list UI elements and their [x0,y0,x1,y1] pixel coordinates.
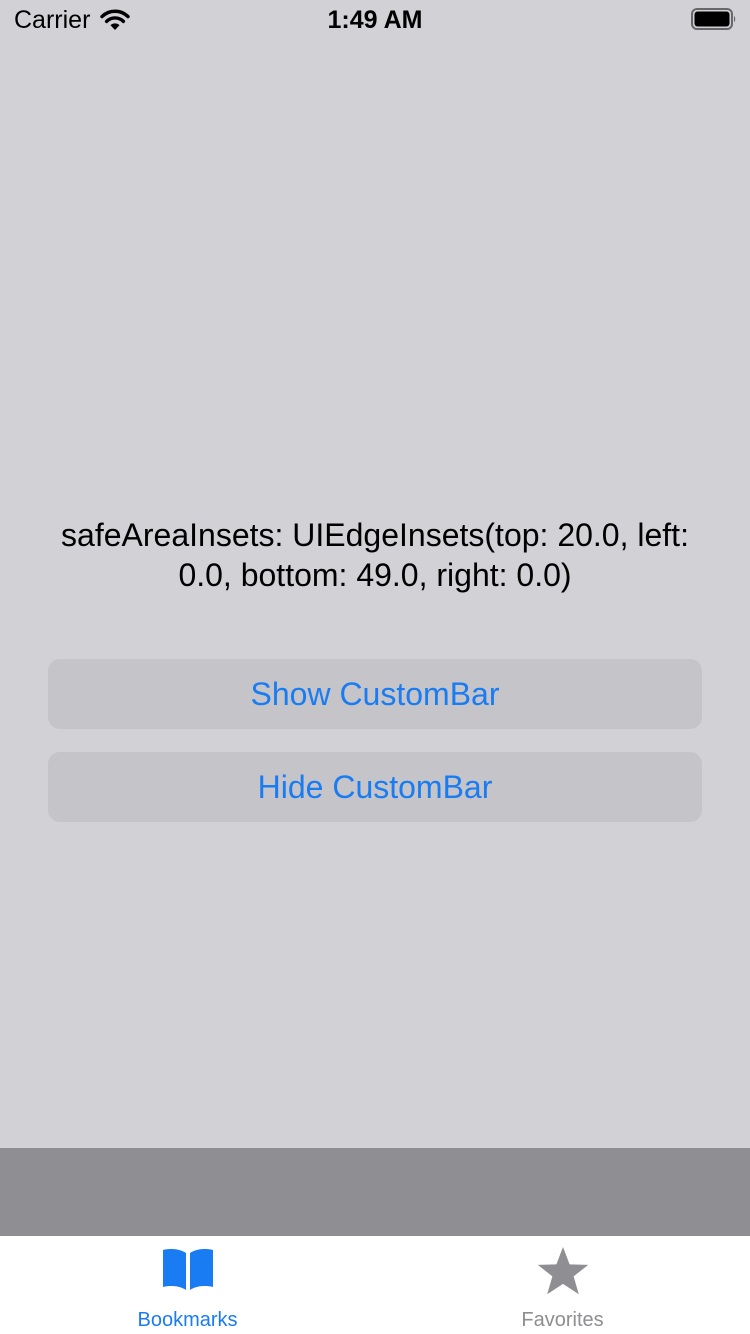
tab-favorites-label: Favorites [521,1309,604,1331]
book-icon [162,1249,213,1290]
tab-bar: Bookmarks Favorites [0,1236,750,1334]
custom-bar [0,1148,750,1236]
tab-favorites[interactable]: Favorites [375,1236,750,1334]
status-bar: Carrier 1:49 AM [0,0,750,40]
battery-icon [691,8,736,30]
hide-custombar-button[interactable]: Hide CustomBar [48,752,702,822]
tab-bookmarks[interactable]: Bookmarks [0,1236,375,1334]
status-time: 1:49 AM [327,6,423,34]
safe-area-insets-label: safeAreaInsets: UIEdgeInsets(top: 20.0, … [61,517,689,593]
show-custombar-button[interactable]: Show CustomBar [48,659,702,729]
tab-bookmarks-label: Bookmarks [137,1309,238,1331]
star-icon [537,1247,588,1295]
